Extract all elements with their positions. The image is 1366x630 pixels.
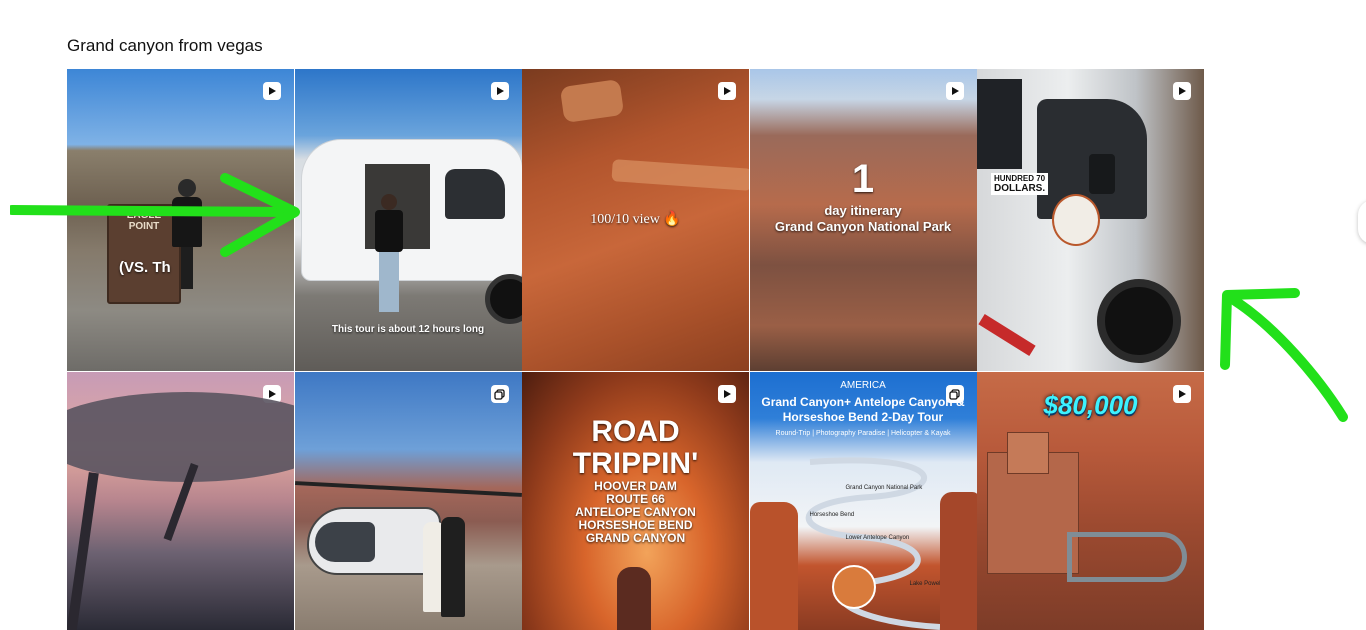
tile-overlay-text: DOLLARS. — [994, 183, 1046, 194]
video-badge-icon — [490, 82, 509, 100]
rock-ledge — [611, 159, 749, 191]
tile-subtitle: Round-Trip | Photography Paradise | Heli… — [775, 430, 951, 437]
tile-overlay-text: 100/10 view 🔥 — [590, 212, 681, 227]
route-stop: Lower Antelope Canyon — [845, 535, 910, 541]
person-figure — [172, 179, 202, 289]
pin-tile[interactable]: $80,000 — [977, 372, 1204, 630]
building — [1007, 432, 1049, 474]
person-figure — [440, 517, 465, 617]
tile-overlay-number: 1 — [851, 157, 875, 201]
pin-tile[interactable]: 1 day itinerary Grand Canyon National Pa… — [749, 69, 977, 371]
tile-overlay-text: Grand Canyon National Park — [774, 219, 952, 234]
helicopter-rotor — [294, 481, 522, 497]
tile-headline: ROAD TRIPPIN' — [572, 415, 699, 480]
helicopter-frame — [67, 472, 99, 630]
pin-tile[interactable]: EAGLE POINT (VS. Th — [67, 69, 294, 371]
helicopter-cockpit — [314, 522, 375, 562]
tile-kicker: AMERICA — [840, 380, 886, 391]
board-title: Grand canyon from vegas — [67, 36, 263, 55]
tile-headline: $80,000 — [1043, 390, 1138, 420]
helicopter-frame — [67, 392, 294, 482]
wheel — [484, 274, 522, 324]
person-figure — [374, 194, 403, 314]
rock-formation — [939, 492, 977, 630]
scroll-next-button[interactable] — [1358, 200, 1366, 244]
pin-tile[interactable]: 100/10 view 🔥 — [522, 69, 749, 371]
route-stop: Horseshoe Bend — [809, 512, 855, 518]
pin-tile[interactable]: AMERICA Grand Canyon+ Antelope Canyon & … — [749, 372, 977, 630]
video-badge-icon — [263, 82, 281, 100]
rock-formation — [749, 502, 798, 630]
wheel — [1097, 279, 1181, 363]
van-logo — [1052, 194, 1100, 246]
tile-overlay-text: GRAND CANYON — [585, 531, 686, 545]
video-badge-icon — [1173, 82, 1191, 100]
tile-headline: Grand Canyon+ Antelope Canyon & Horsesho… — [761, 395, 965, 424]
van-window — [977, 79, 1022, 169]
route-stop: Lake Powell — [909, 581, 942, 587]
pin-tile[interactable]: ROAD TRIPPIN' HOOVER DAM ROUTE 66 ANTELO… — [522, 372, 749, 630]
tile-overlay-label: HUNDRED 70 DOLLARS. — [991, 173, 1049, 195]
sign-label: EAGLE POINT — [126, 210, 162, 232]
person-figure — [617, 567, 651, 630]
pin-tile[interactable]: This tour is about 12 hours long — [294, 69, 522, 371]
tile-overlay-text: day itinerary — [824, 203, 902, 218]
curb — [978, 314, 1036, 356]
annotation-arrow-right — [1220, 288, 1348, 422]
van-window — [444, 169, 505, 219]
pin-tile[interactable] — [294, 372, 522, 630]
pin-tile[interactable]: HUNDRED 70 DOLLARS. — [977, 69, 1204, 371]
rock-ledge — [559, 78, 625, 124]
video-badge-icon — [718, 82, 736, 100]
pin-tile[interactable] — [67, 372, 294, 630]
route-stop: Grand Canyon National Park — [845, 485, 923, 491]
gallery-badge-icon — [490, 385, 509, 403]
side-mirror — [1089, 154, 1115, 194]
video-badge-icon — [945, 82, 964, 100]
eagle-point-sign: EAGLE POINT — [107, 204, 181, 304]
pin-grid: EAGLE POINT (VS. Th This tour is about 1… — [67, 69, 1204, 630]
tile-overlay-text: This tour is about 12 hours long — [331, 324, 485, 335]
video-badge-icon — [718, 385, 736, 403]
route-photo — [831, 565, 876, 609]
skywalk — [1067, 532, 1187, 582]
tile-overlay-text: (VS. Th — [119, 259, 171, 276]
